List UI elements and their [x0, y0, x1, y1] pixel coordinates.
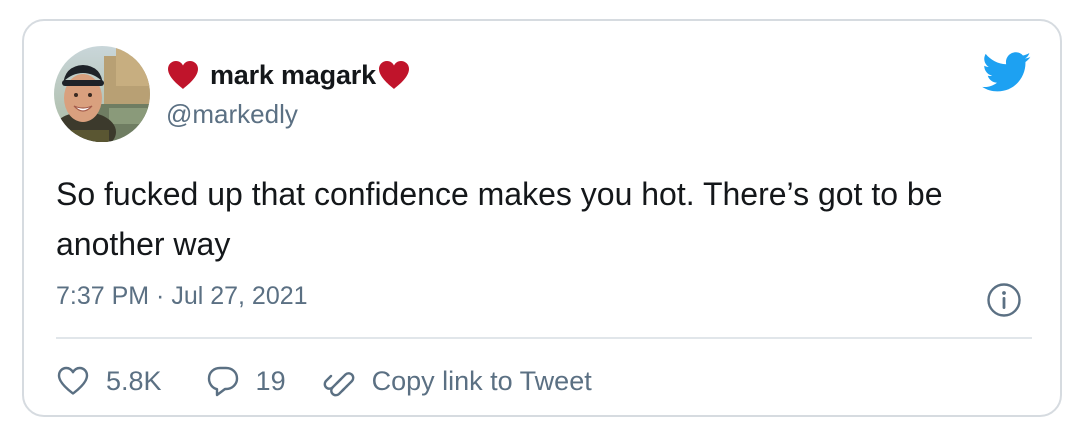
author-display-name[interactable]: mark magark: [210, 60, 376, 91]
tweet-card[interactable]: mark magark @markedly So fucked up that …: [22, 19, 1062, 417]
twitter-bird-icon[interactable]: [982, 52, 1032, 93]
copy-link-label: Copy link to Tweet: [371, 365, 592, 396]
link-icon: [322, 364, 356, 398]
like-count: 5.8K: [106, 365, 162, 396]
info-icon[interactable]: [986, 282, 1022, 318]
like-button[interactable]: 5.8K: [56, 364, 162, 398]
author-name-row[interactable]: mark magark: [166, 57, 411, 93]
reply-button[interactable]: 19: [206, 364, 286, 398]
author-handle[interactable]: @markedly: [166, 99, 298, 130]
author-avatar[interactable]: [54, 46, 150, 142]
avatar-photo: [54, 46, 150, 142]
reply-count: 19: [255, 365, 286, 396]
heart-outline-icon: [56, 364, 90, 398]
tweet-text: So fucked up that confidence makes you h…: [56, 176, 943, 262]
tweet-timestamp[interactable]: 7:37 PM · Jul 27, 2021: [56, 282, 308, 311]
speech-bubble-icon: [206, 364, 240, 398]
divider: [56, 337, 1032, 339]
tweet-actions: 5.8K 19 Copy link to Tweet: [56, 357, 592, 405]
red-heart-icon: [377, 59, 411, 91]
copy-link-button[interactable]: Copy link to Tweet: [322, 364, 592, 398]
red-heart-icon: [166, 59, 200, 91]
